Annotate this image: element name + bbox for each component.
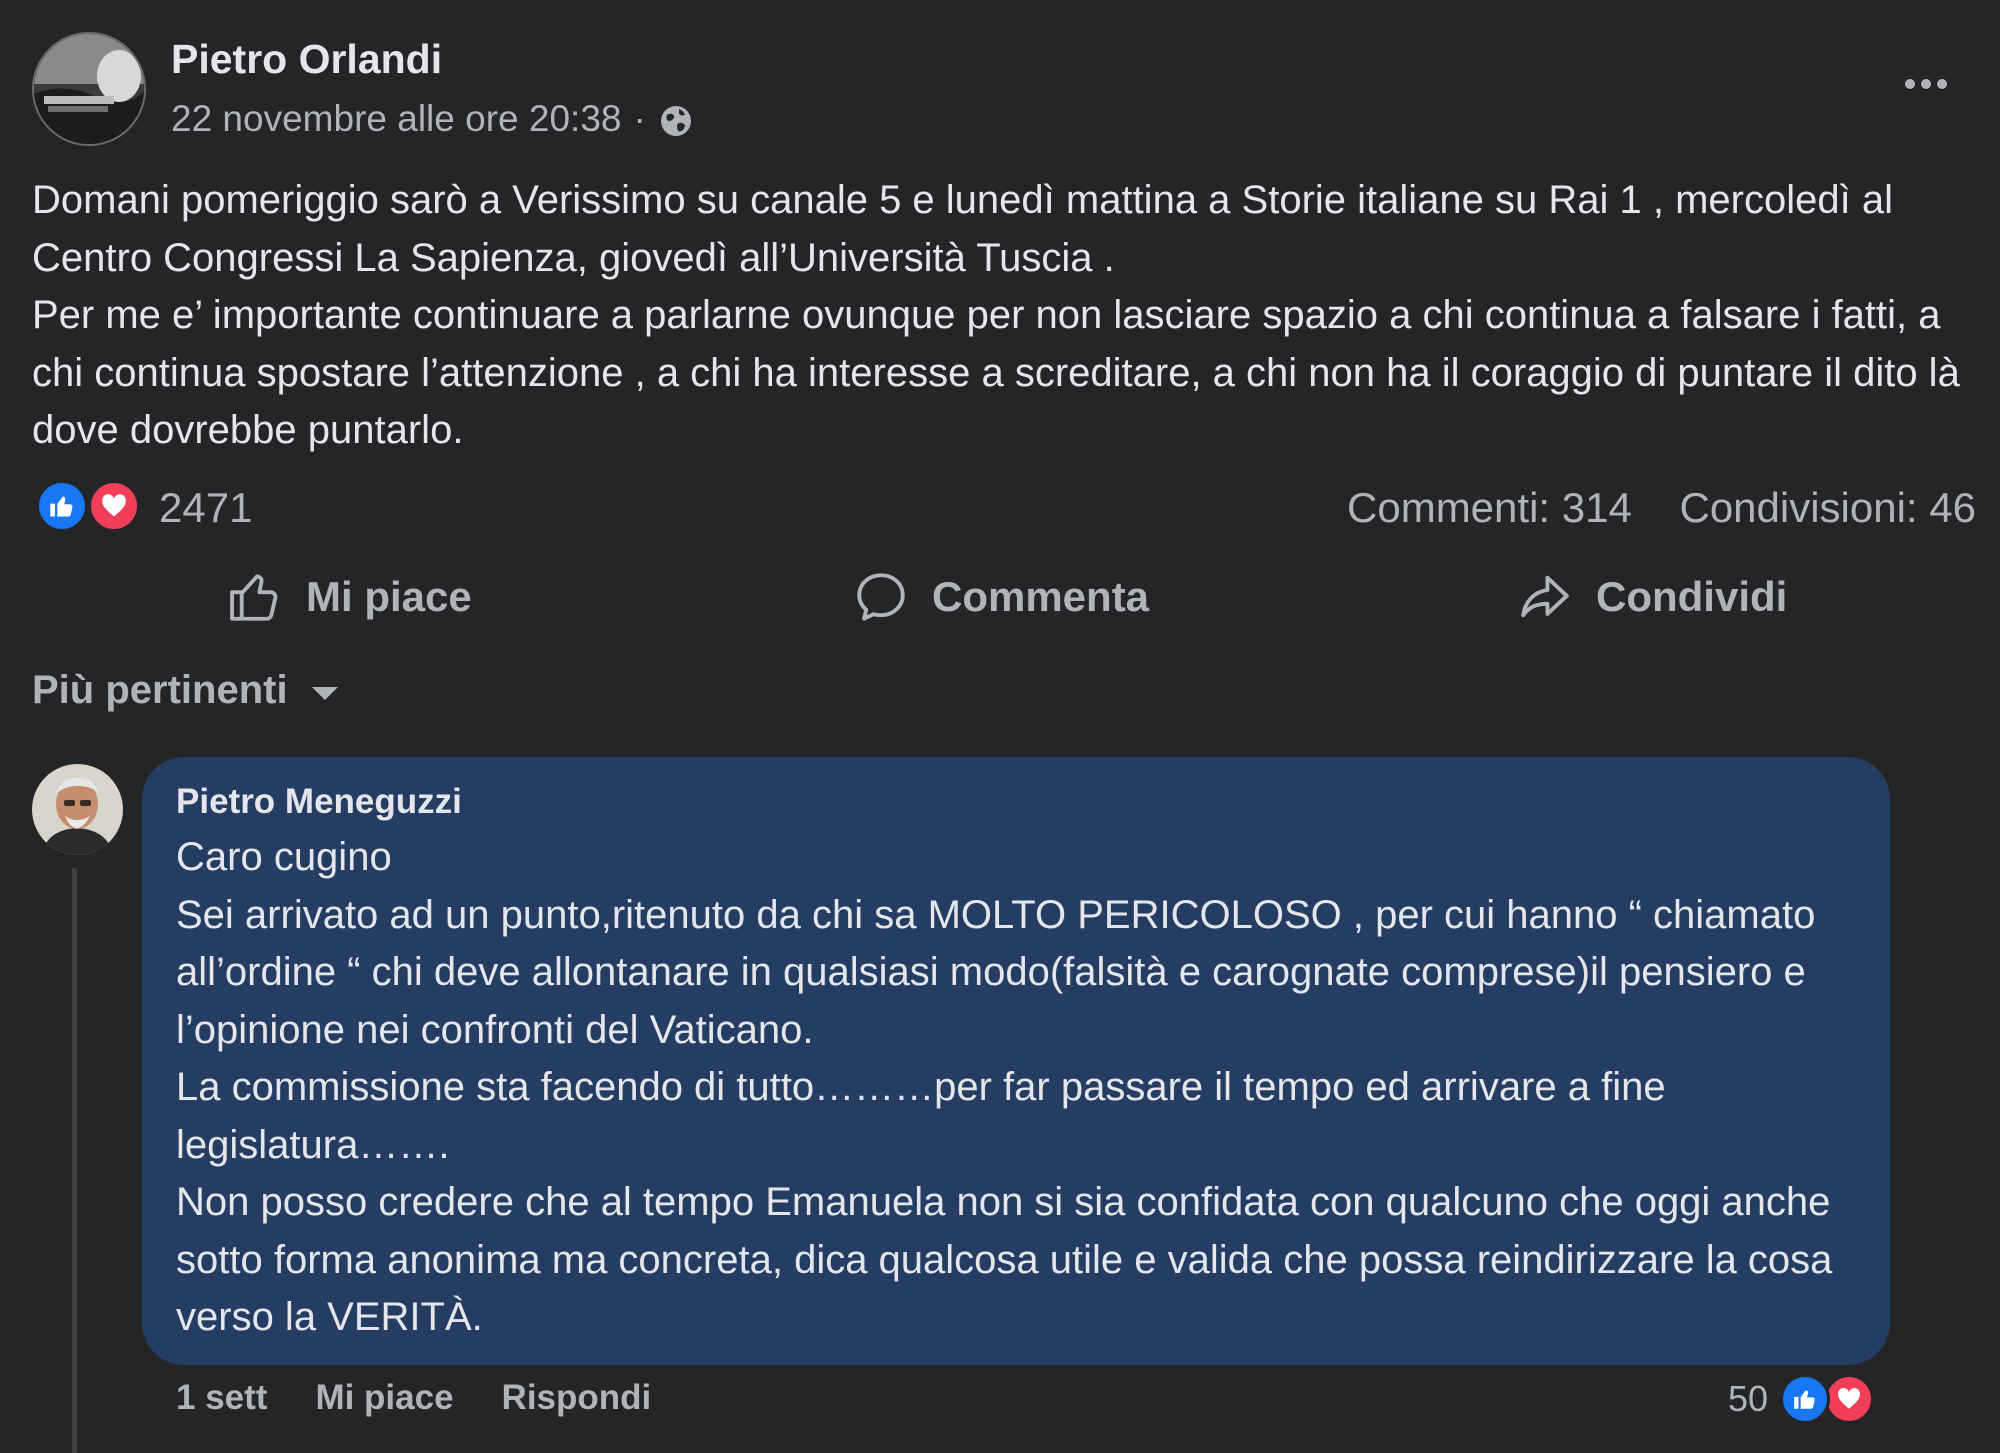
more-dot-icon	[1937, 79, 1947, 89]
comment-line: Caro cugino	[176, 835, 392, 879]
sort-label: Più pertinenti	[32, 668, 288, 712]
more-dot-icon	[1921, 79, 1931, 89]
love-reaction-icon	[88, 480, 140, 532]
comment-line: Sei arrivato ad un punto,ritenuto da chi…	[176, 892, 1816, 1052]
comment-body: Caro cugino Sei arrivato ad un punto,rit…	[176, 829, 1856, 1347]
post-paragraph: Per me e’ importante continuare a parlar…	[32, 293, 1960, 452]
comment-reactions[interactable]	[1780, 1374, 1880, 1426]
caret-down-icon	[311, 687, 338, 700]
post-stats: Commenti: 314 Condivisioni: 46	[1347, 484, 1976, 532]
like-reaction-icon	[1780, 1374, 1830, 1424]
thread-line	[72, 868, 77, 1453]
share-button-label: Condividi	[1596, 573, 1788, 620]
comment-line: Non posso credere che al tempo Emanuela …	[176, 1180, 1833, 1339]
meta-separator: ·	[633, 98, 646, 139]
comment-actions: 1 sett Mi piace Rispondi	[176, 1378, 699, 1418]
thumbs-up-icon	[230, 574, 278, 621]
post-timestamp[interactable]: 22 novembre alle ore 20:38	[171, 98, 621, 140]
commenter-avatar[interactable]	[32, 764, 123, 855]
comment-button[interactable]: Commenta	[852, 562, 1149, 632]
post-meta: 22 novembre alle ore 20:38 ·	[171, 98, 694, 140]
author-avatar[interactable]	[32, 32, 146, 146]
more-dot-icon	[1905, 79, 1915, 89]
comment-reaction-count[interactable]: 50	[1728, 1378, 1768, 1420]
comment-sort-dropdown[interactable]: Più pertinenti	[32, 668, 338, 713]
comment-time[interactable]: 1 sett	[176, 1378, 267, 1418]
love-reaction-icon	[1824, 1374, 1874, 1424]
comment-line: La commissione sta facendo di tutto………pe…	[176, 1065, 1666, 1167]
post-body: Domani pomeriggio sarò a Verissimo su ca…	[32, 172, 1968, 460]
speech-bubble-icon	[857, 573, 905, 621]
share-button[interactable]: Condividi	[1516, 562, 1787, 632]
post-paragraph: Domani pomeriggio sarò a Verissimo su ca…	[32, 178, 1893, 280]
shares-count[interactable]: Condivisioni: 46	[1679, 484, 1976, 531]
commenter-photo	[32, 764, 123, 855]
reactions-summary[interactable]	[36, 480, 146, 534]
comment-author[interactable]: Pietro Meneguzzi	[176, 779, 1856, 825]
comment-reply-button[interactable]: Rispondi	[502, 1378, 652, 1418]
like-reaction-icon	[36, 480, 88, 532]
globe-icon	[660, 106, 691, 136]
comments-count[interactable]: Commenti: 314	[1347, 484, 1632, 531]
like-button[interactable]: Mi piace	[226, 562, 472, 632]
like-button-label: Mi piace	[306, 573, 472, 620]
more-options-button[interactable]	[1896, 62, 1956, 106]
comment-bubble: Pietro Meneguzzi Caro cugino Sei arrivat…	[142, 757, 1890, 1365]
reaction-count[interactable]: 2471	[159, 484, 252, 532]
share-arrow-icon	[1521, 575, 1569, 618]
author-photo	[34, 34, 144, 144]
comment-like-button[interactable]: Mi piace	[315, 1378, 453, 1418]
author-name[interactable]: Pietro Orlandi	[171, 36, 442, 83]
comment-button-label: Commenta	[932, 573, 1150, 620]
